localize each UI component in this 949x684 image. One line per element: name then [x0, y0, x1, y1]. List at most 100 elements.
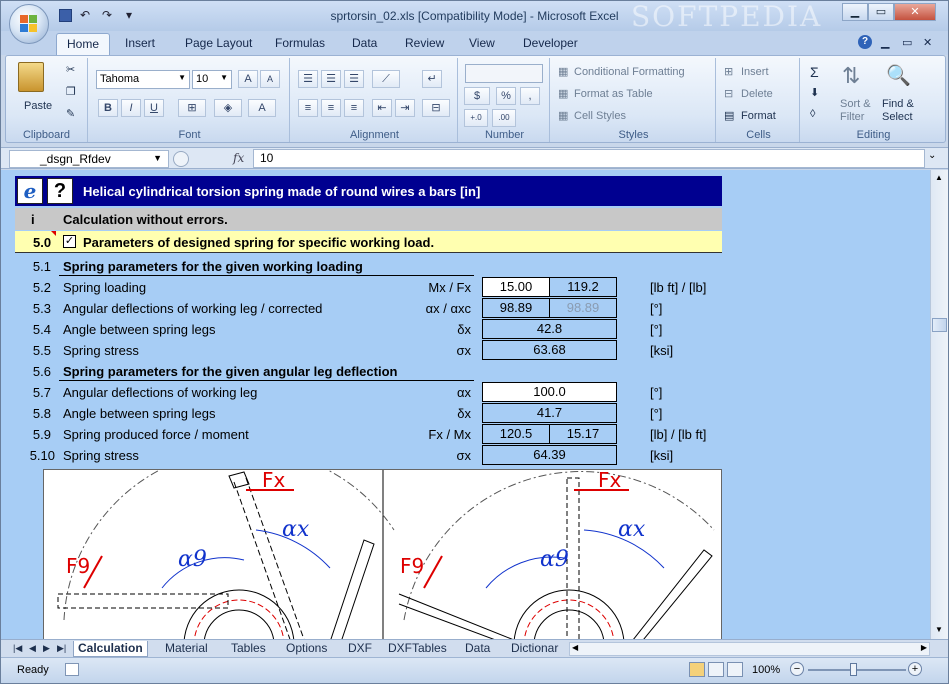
borders-icon[interactable]: ⊞: [178, 99, 206, 117]
section-checkbox[interactable]: ✓: [63, 235, 76, 248]
scroll-down-icon[interactable]: ▼: [935, 625, 943, 634]
sheet-tab-data[interactable]: Data: [461, 641, 494, 657]
paste-button[interactable]: Paste: [24, 100, 52, 112]
tab-review[interactable]: Review: [405, 36, 444, 50]
zoom-in-icon[interactable]: +: [908, 662, 922, 676]
merge-center-icon[interactable]: ⊟: [422, 99, 450, 117]
copy-icon[interactable]: ❐: [66, 85, 76, 98]
select-label[interactable]: Select: [882, 111, 913, 123]
sheet-tab-options[interactable]: Options: [282, 641, 331, 657]
formula-input[interactable]: 10: [253, 149, 925, 168]
cut-icon[interactable]: ✂: [66, 63, 75, 76]
redo-icon[interactable]: ↷: [98, 7, 116, 23]
align-top-icon[interactable]: ☰: [298, 70, 318, 88]
align-middle-icon[interactable]: ☰: [321, 70, 341, 88]
decrease-indent-icon[interactable]: ⇤: [372, 99, 392, 117]
tab-data[interactable]: Data: [352, 36, 377, 50]
italic-button[interactable]: I: [121, 99, 141, 117]
zoom-slider-track[interactable]: [808, 669, 906, 671]
qat-customize-icon[interactable]: ▾: [120, 7, 138, 23]
orientation-icon[interactable]: ⟋: [372, 70, 400, 88]
spring-moment-input[interactable]: 15.00: [482, 277, 550, 297]
page-layout-view-icon[interactable]: [708, 662, 724, 677]
page-break-view-icon[interactable]: [727, 662, 743, 677]
formula-bar-expand-icon[interactable]: ⌄: [928, 150, 936, 161]
shrink-font-button[interactable]: A: [260, 70, 280, 88]
find-select-label[interactable]: Find &: [882, 98, 914, 110]
format-painter-icon[interactable]: ✎: [66, 107, 75, 120]
sort-filter-label[interactable]: Sort &: [840, 98, 871, 110]
format-cells-button[interactable]: Format: [741, 110, 776, 122]
sheet-tab-dxf[interactable]: DXF: [344, 641, 376, 657]
close-icon[interactable]: ✕: [894, 3, 936, 21]
tab-home[interactable]: Home: [56, 33, 111, 55]
tab-insert[interactable]: Insert: [125, 36, 155, 50]
normal-view-icon[interactable]: [689, 662, 705, 677]
vertical-scrollbar[interactable]: ▲ ▼: [930, 170, 948, 639]
tab-view[interactable]: View: [469, 36, 495, 50]
zoom-out-icon[interactable]: −: [790, 662, 804, 676]
worksheet[interactable]: e ? Helical cylindrical torsion spring m…: [1, 170, 930, 639]
insert-function-icon[interactable]: fx: [233, 151, 244, 165]
align-right-icon[interactable]: ≡: [344, 99, 364, 117]
clear-icon[interactable]: ◊: [810, 108, 815, 120]
scroll-left-icon[interactable]: ◀: [572, 643, 578, 652]
office-button[interactable]: [9, 4, 49, 44]
help-question-icon[interactable]: ?: [47, 178, 73, 204]
workbook-close-icon[interactable]: ✕: [923, 36, 932, 49]
paste-icon[interactable]: [18, 62, 44, 92]
insert-cells-button[interactable]: Insert: [741, 66, 769, 78]
scroll-up-icon[interactable]: ▲: [935, 173, 943, 182]
grow-font-button[interactable]: A: [238, 70, 258, 88]
zoom-level[interactable]: 100%: [752, 664, 780, 676]
number-format-combo[interactable]: [465, 64, 543, 83]
align-bottom-icon[interactable]: ☰: [344, 70, 364, 88]
sheet-tab-tables[interactable]: Tables: [227, 641, 270, 657]
sheet-tab-calculation[interactable]: Calculation: [73, 641, 148, 657]
scrollbar-thumb[interactable]: [932, 318, 947, 332]
bold-button[interactable]: B: [98, 99, 118, 117]
font-size-combo[interactable]: 10 ▼: [192, 70, 232, 89]
underline-button[interactable]: U: [144, 99, 164, 117]
increase-indent-icon[interactable]: ⇥: [395, 99, 415, 117]
decrease-decimal-button[interactable]: .00: [492, 109, 516, 127]
tab-developer[interactable]: Developer: [523, 36, 578, 50]
font-color-button[interactable]: A: [248, 99, 276, 117]
comma-button[interactable]: ,: [520, 87, 540, 105]
align-center-icon[interactable]: ≡: [321, 99, 341, 117]
zoom-slider-thumb[interactable]: [850, 663, 857, 676]
ribbon-restore-icon[interactable]: ▭: [902, 36, 912, 49]
sheet-tab-material[interactable]: Material: [161, 641, 212, 657]
delete-cells-button[interactable]: Delete: [741, 88, 773, 100]
formula-expand-icon[interactable]: [173, 151, 189, 167]
name-box[interactable]: _dsgn_Rfdev ▼: [9, 150, 169, 168]
tab-page-layout[interactable]: Page Layout: [185, 36, 252, 50]
undo-icon[interactable]: ↶: [76, 7, 94, 23]
horizontal-scrollbar[interactable]: ◀ ▶: [569, 642, 930, 656]
ribbon-minimize-icon[interactable]: ▁: [881, 36, 889, 49]
cell-styles-button[interactable]: Cell Styles: [574, 110, 626, 122]
angular-deflection-input[interactable]: 100.0: [482, 382, 617, 402]
percent-button[interactable]: %: [496, 87, 516, 105]
font-name-combo[interactable]: Tahoma ▼: [96, 70, 190, 89]
fill-icon[interactable]: ⬇: [810, 86, 819, 99]
conditional-formatting-button[interactable]: Conditional Formatting: [574, 66, 685, 78]
currency-button[interactable]: $: [464, 87, 490, 105]
sheet-tab-dxftables[interactable]: DXFTables: [384, 641, 451, 657]
fill-color-icon[interactable]: ◈: [214, 99, 242, 117]
macro-record-icon[interactable]: [65, 663, 79, 676]
internet-explorer-icon[interactable]: e: [17, 178, 43, 204]
align-left-icon[interactable]: ≡: [298, 99, 318, 117]
autosum-button[interactable]: Σ: [810, 64, 819, 80]
save-icon[interactable]: [59, 9, 72, 22]
format-as-table-button[interactable]: Format as Table: [574, 88, 653, 100]
scroll-right-icon[interactable]: ▶: [921, 643, 927, 652]
maximize-icon[interactable]: ▭: [868, 3, 894, 21]
tab-formulas[interactable]: Formulas: [275, 36, 325, 50]
minimize-icon[interactable]: ▁: [842, 3, 868, 21]
filter-label[interactable]: Filter: [840, 111, 864, 123]
help-icon[interactable]: ?: [858, 35, 872, 49]
sheet-tab-dictionary[interactable]: Dictionar: [507, 641, 562, 657]
increase-decimal-button[interactable]: +.0: [464, 109, 488, 127]
wrap-text-icon[interactable]: ↵: [422, 70, 442, 88]
